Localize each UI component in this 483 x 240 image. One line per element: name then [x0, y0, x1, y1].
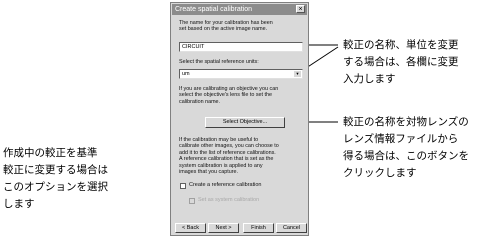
create-reference-checkbox[interactable] [180, 183, 186, 189]
next-button[interactable]: Next > [208, 223, 239, 233]
units-dropdown[interactable]: um ▼ [179, 69, 303, 79]
units-label: Select the spatial reference units: [179, 59, 259, 65]
annotation-name-units: 較正の名称、単位を変更 する場合は、各欄に変更 入力します [343, 39, 459, 85]
chevron-down-icon[interactable]: ▼ [294, 71, 301, 77]
calibration-name-input[interactable]: CIRCUIT [179, 42, 303, 52]
dialog-titlebar: Create spatial calibration × [172, 4, 307, 15]
units-value: um [182, 71, 190, 77]
close-icon[interactable]: × [296, 5, 305, 13]
dialog-title: Create spatial calibration [175, 6, 253, 13]
reference-text: If the calibration may be useful to cali… [179, 137, 279, 176]
annotation-select-objective: 較正の名称を対物レンズの レンズ情報ファイルから 得る場合は、このボタンを クリ… [343, 116, 469, 179]
system-calibration-checkbox[interactable] [189, 198, 195, 204]
annotation-reference-calibration: 作成中の較正を基準 較正に変更する場合は このオプションを選択 します [3, 147, 108, 210]
select-objective-button[interactable]: Select Objective... [205, 117, 285, 128]
system-calibration-label: Set as system calibration [198, 197, 260, 203]
objective-text: If you are calibrating an objective you … [179, 86, 279, 105]
spatial-calibration-dialog: Create spatial calibration × The name fo… [170, 2, 309, 236]
finish-button[interactable]: Finish [243, 223, 274, 233]
intro-text: The name for your calibration has been s… [179, 20, 273, 33]
create-reference-label: Create a reference calibration [189, 182, 262, 188]
cancel-button[interactable]: Cancel [276, 223, 307, 233]
back-button[interactable]: < Back [175, 223, 206, 233]
